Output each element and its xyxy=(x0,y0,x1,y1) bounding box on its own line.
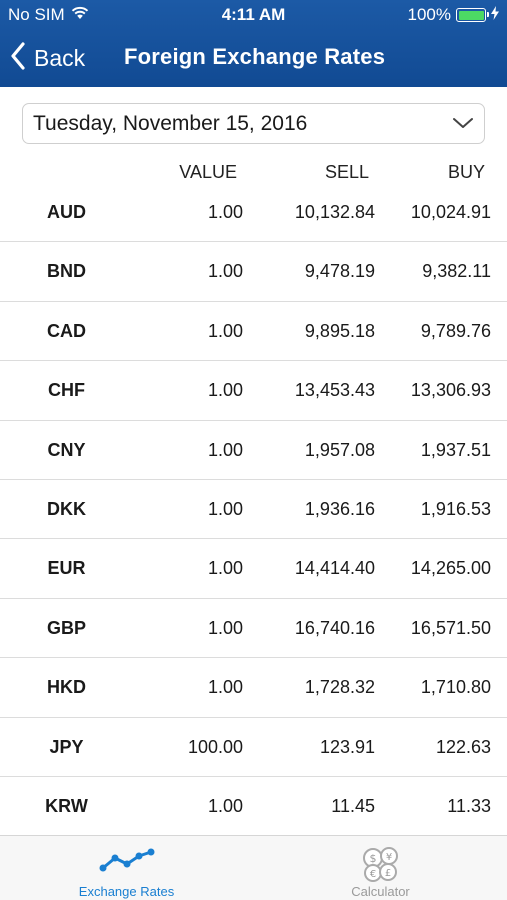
value-cell: 1.00 xyxy=(207,439,243,460)
sell-cell: 11.45 xyxy=(331,795,375,816)
currency-code: EUR xyxy=(47,558,86,579)
svg-text:¥: ¥ xyxy=(385,852,391,863)
charging-bolt-icon xyxy=(491,5,499,25)
column-header-value: VALUE xyxy=(179,162,237,182)
currency-code: KRW xyxy=(45,795,88,816)
buy-cell: 9,382.11 xyxy=(422,261,491,282)
value-cell: 1.00 xyxy=(207,320,243,341)
battery-icon xyxy=(456,8,489,22)
value-cell: 100.00 xyxy=(187,736,243,757)
line-chart-icon xyxy=(0,844,253,874)
sell-cell: 10,132.84 xyxy=(294,202,375,222)
tab-label-exchange-rates: Exchange Rates xyxy=(78,884,175,899)
value-cell: 1.00 xyxy=(207,677,243,698)
svg-text:€: € xyxy=(369,869,375,880)
svg-text:$: $ xyxy=(369,852,376,865)
table-row[interactable]: EUR 1.00 14,414.40 14,265.00 xyxy=(0,539,507,599)
buy-cell: 1,916.53 xyxy=(420,498,491,519)
value-cell: 1.00 xyxy=(207,202,243,222)
buy-cell: 16,571.50 xyxy=(410,617,491,638)
tab-calculator[interactable]: $ ¥ € £ Calculator xyxy=(254,836,507,900)
value-cell: 1.00 xyxy=(207,795,243,816)
currency-code: AUD xyxy=(47,202,86,222)
tab-bar: Exchange Rates $ ¥ € £ Calculator xyxy=(0,835,507,900)
table-row[interactable]: JPY 100.00 123.91 122.63 xyxy=(0,718,507,777)
chevron-left-icon xyxy=(10,42,26,75)
buy-cell: 122.63 xyxy=(435,736,491,757)
status-right: 100% xyxy=(408,5,499,25)
rate-table: AUD 1.00 10,132.84 10,024.91 BND 1.00 9,… xyxy=(0,183,507,837)
table-row[interactable]: KRW 1.00 11.45 11.33 xyxy=(0,777,507,837)
currency-code: DKK xyxy=(47,498,86,519)
buy-cell: 1,937.51 xyxy=(420,439,491,460)
value-cell: 1.00 xyxy=(207,498,243,519)
currency-coins-icon: $ ¥ € £ xyxy=(254,844,507,884)
value-cell: 1.00 xyxy=(207,261,243,282)
currency-code: GBP xyxy=(46,617,86,638)
currency-code: JPY xyxy=(49,736,84,757)
table-row[interactable]: HKD 1.00 1,728.32 1,710.80 xyxy=(0,658,507,718)
column-header-buy: BUY xyxy=(447,162,485,182)
sell-cell: 13,453.43 xyxy=(294,380,375,401)
sell-cell: 16,740.16 xyxy=(294,617,375,638)
buy-cell: 11.33 xyxy=(447,795,491,816)
sell-cell: 9,895.18 xyxy=(304,320,375,341)
tab-exchange-rates[interactable]: Exchange Rates xyxy=(0,836,253,900)
buy-cell: 9,789.76 xyxy=(420,320,491,341)
sell-cell: 1,957.08 xyxy=(304,439,375,460)
table-row[interactable]: BND 1.00 9,478.19 9,382.11 xyxy=(0,242,507,302)
sell-cell: 123.91 xyxy=(319,736,375,757)
value-cell: 1.00 xyxy=(207,380,243,401)
currency-code: BND xyxy=(47,261,86,282)
sell-cell: 1,936.16 xyxy=(304,498,375,519)
table-row[interactable]: GBP 1.00 16,740.16 16,571.50 xyxy=(0,599,507,659)
table-row[interactable]: CAD 1.00 9,895.18 9,789.76 xyxy=(0,302,507,362)
sell-cell: 1,728.32 xyxy=(304,677,375,698)
value-cell: 1.00 xyxy=(207,558,243,579)
app-header: No SIM 4:11 AM 100% Back Foreign Exchang… xyxy=(0,0,507,87)
sell-cell: 9,478.19 xyxy=(304,261,375,282)
nav-bar: Back Foreign Exchange Rates xyxy=(0,30,507,87)
date-selected-label: Tuesday, November 15, 2016 xyxy=(33,112,308,135)
battery-percent: 100% xyxy=(407,5,451,24)
date-select[interactable]: Tuesday, November 15, 2016 xyxy=(22,103,485,144)
currency-code: CNY xyxy=(47,439,86,460)
buy-cell: 13,306.93 xyxy=(410,380,491,401)
page-title: Foreign Exchange Rates xyxy=(124,44,386,69)
currency-code: CHF xyxy=(48,380,85,401)
back-label: Back xyxy=(34,45,86,71)
tab-label-calculator: Calculator xyxy=(351,884,410,899)
value-cell: 1.00 xyxy=(207,617,243,638)
table-row[interactable]: AUD 1.00 10,132.84 10,024.91 xyxy=(0,183,507,243)
status-bar: No SIM 4:11 AM 100% xyxy=(0,0,507,30)
currency-code: HKD xyxy=(47,677,86,698)
buy-cell: 1,710.80 xyxy=(420,677,491,698)
buy-cell: 14,265.00 xyxy=(410,558,491,579)
chevron-down-icon xyxy=(452,116,474,135)
sell-cell: 14,414.40 xyxy=(294,558,375,579)
table-row[interactable]: CHF 1.00 13,453.43 13,306.93 xyxy=(0,361,507,421)
table-row[interactable]: DKK 1.00 1,936.16 1,916.53 xyxy=(0,480,507,540)
back-button[interactable]: Back xyxy=(10,42,85,75)
svg-text:£: £ xyxy=(384,868,390,879)
column-header-sell: SELL xyxy=(324,162,369,182)
buy-cell: 10,024.91 xyxy=(410,202,491,222)
currency-code: CAD xyxy=(47,320,86,341)
table-row[interactable]: CNY 1.00 1,957.08 1,937.51 xyxy=(0,421,507,480)
